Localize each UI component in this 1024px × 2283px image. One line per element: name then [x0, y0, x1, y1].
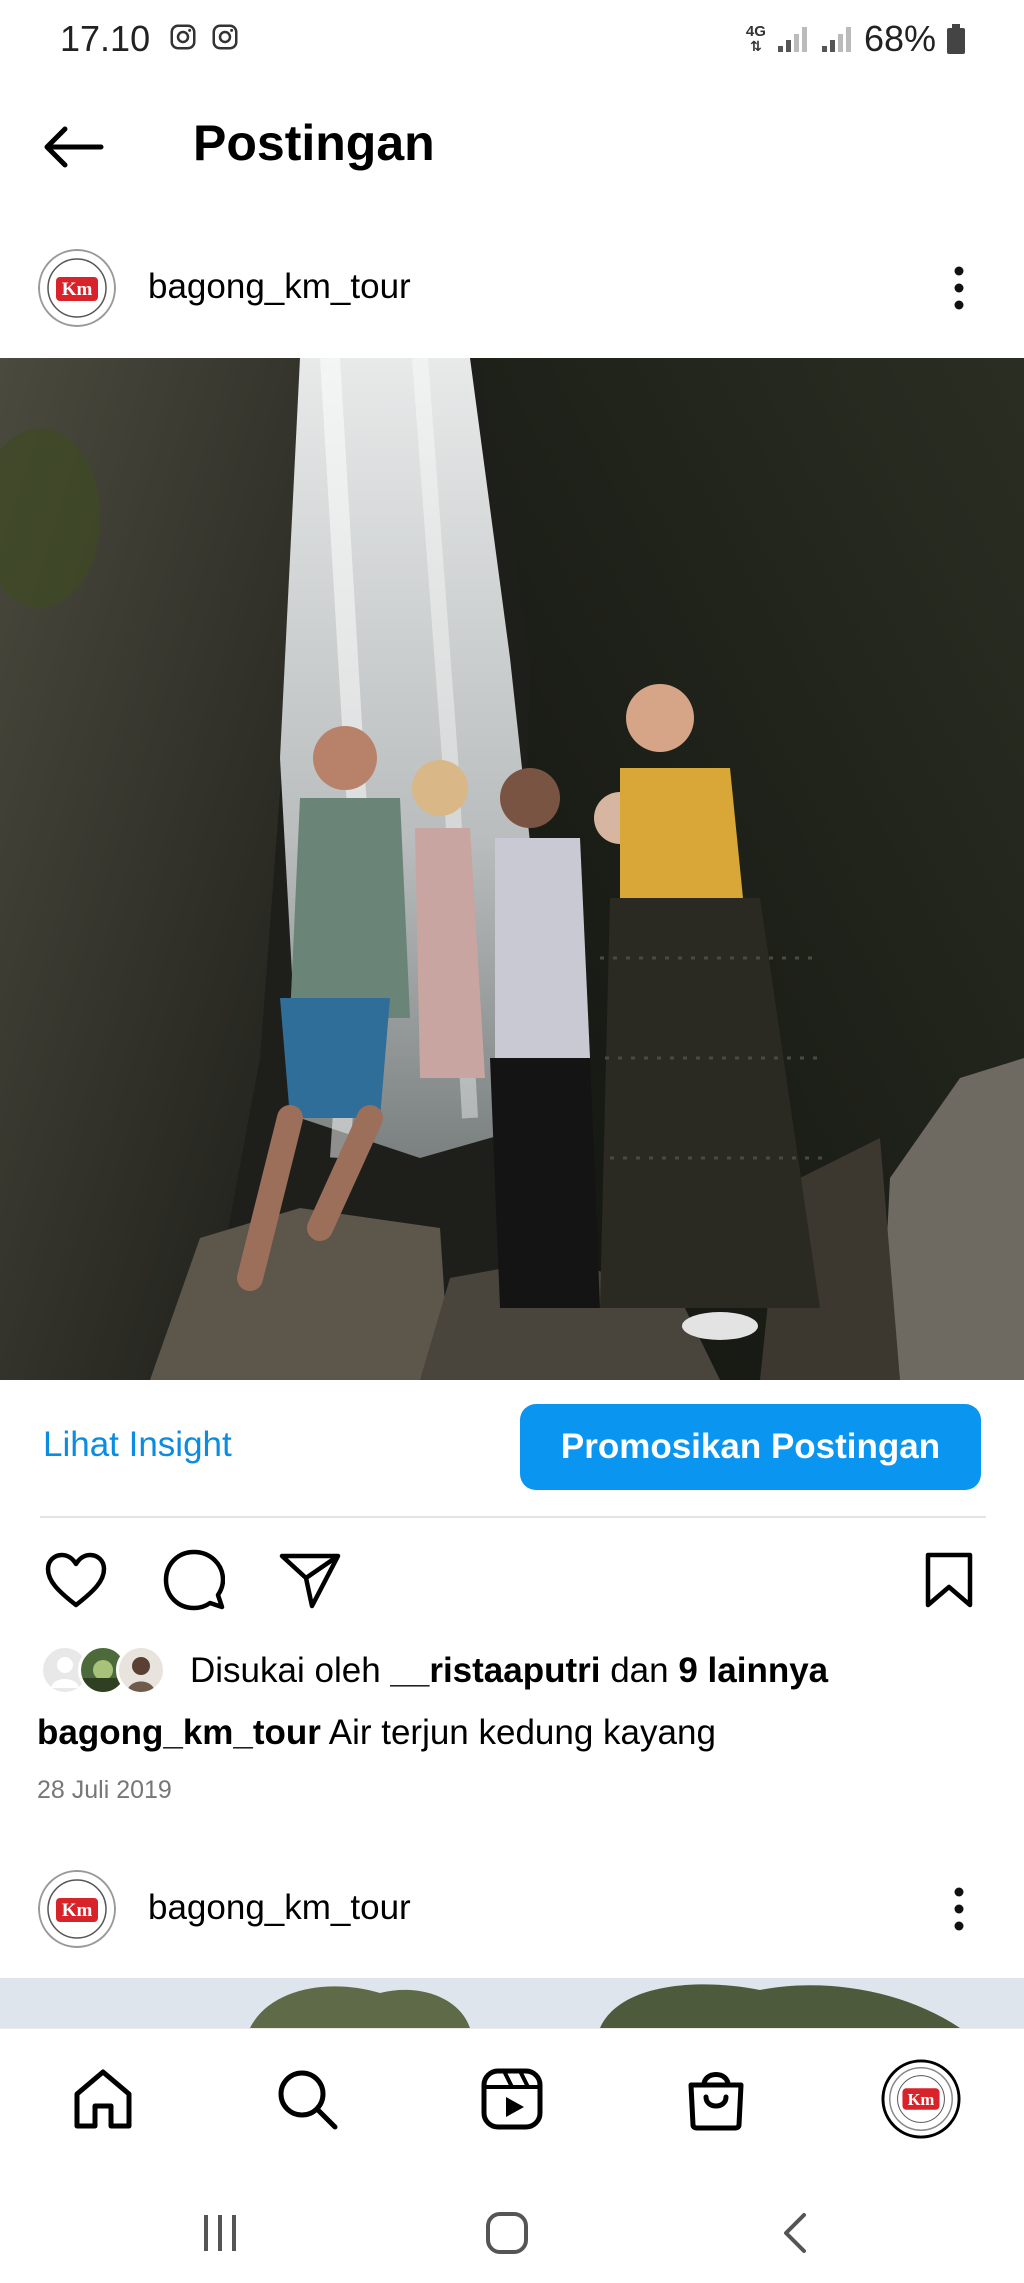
liker-avatars — [40, 1645, 170, 1697]
network-indicator: 4G ⇅ — [745, 23, 766, 54]
save-button[interactable] — [913, 1545, 985, 1615]
page-title: Postingan — [193, 115, 435, 171]
svg-text:Km: Km — [62, 1900, 93, 1921]
nav-reels[interactable] — [472, 2059, 552, 2139]
liker-avatar — [116, 1645, 166, 1695]
more-options-button[interactable] — [924, 1874, 994, 1944]
heart-icon — [45, 1552, 107, 1608]
post-photo[interactable] — [0, 358, 1024, 1380]
brand-logo: Km — [38, 1870, 116, 1948]
post-username[interactable]: bagong_km_tour — [148, 1888, 411, 1928]
back-button[interactable] — [38, 112, 108, 182]
signal-icon — [821, 27, 851, 52]
app-header: Postingan — [0, 90, 1024, 200]
more-vertical-icon — [954, 1887, 964, 1931]
home-icon — [74, 2069, 132, 2129]
more-options-button[interactable] — [924, 253, 994, 323]
back-arrow-icon — [44, 126, 104, 168]
nav-shop[interactable] — [676, 2059, 756, 2139]
caption-username[interactable]: bagong_km_tour — [37, 1713, 321, 1752]
send-icon — [279, 1553, 341, 1609]
instagram-notification-icon — [170, 24, 196, 50]
avatar[interactable]: Km — [38, 1870, 116, 1948]
caption: bagong_km_tour Air terjun kedung kayang — [37, 1713, 716, 1753]
next-post-photo[interactable] — [0, 1978, 1024, 2028]
signal-icon — [777, 27, 807, 52]
avatar[interactable]: Km — [38, 249, 116, 327]
recent-apps-icon — [204, 2215, 236, 2251]
nav-search[interactable] — [267, 2059, 347, 2139]
profile-avatar: Km — [881, 2059, 961, 2139]
share-button[interactable] — [274, 1545, 346, 1615]
nav-profile[interactable]: Km — [881, 2059, 961, 2139]
waterfall-photo — [0, 358, 1024, 1380]
like-button[interactable] — [40, 1545, 112, 1615]
system-nav — [0, 2183, 1024, 2283]
bookmark-icon — [925, 1552, 973, 1608]
likes-row[interactable]: Disukai oleh __ristaaputri dan 9 lainnya — [40, 1645, 828, 1697]
shop-icon — [688, 2072, 744, 2131]
bottom-nav: Km — [0, 2028, 1024, 2183]
back-arrow-icon — [784, 2213, 806, 2253]
likes-prefix: Disukai oleh — [190, 1651, 381, 1690]
more-vertical-icon — [954, 266, 964, 310]
recent-apps-button[interactable] — [185, 2203, 255, 2263]
battery-percent: 68% — [863, 18, 936, 59]
brand-logo: Km — [38, 249, 116, 327]
post-date: 28 Juli 2019 — [37, 1776, 172, 1804]
status-bar: 17.10 4G ⇅ 68% — [0, 0, 1024, 80]
status-time: 17.10 — [60, 18, 151, 59]
promote-post-button[interactable]: Promosikan Postingan — [520, 1404, 981, 1490]
notification-icons — [168, 22, 240, 52]
system-back-button[interactable] — [760, 2203, 830, 2263]
svg-text:Km: Km — [62, 279, 93, 300]
divider — [40, 1516, 986, 1518]
view-insights-link[interactable]: Lihat Insight — [43, 1425, 232, 1465]
likes-summary: Disukai oleh __ristaaputri dan 9 lainnya — [190, 1651, 828, 1691]
system-home-button[interactable] — [472, 2203, 542, 2263]
search-icon — [278, 2070, 338, 2130]
likes-others[interactable]: 9 lainnya — [678, 1651, 828, 1690]
battery-icon — [947, 24, 965, 54]
comment-button[interactable] — [158, 1545, 230, 1615]
liked-by-user[interactable]: __ristaaputri — [390, 1651, 600, 1690]
instagram-notification-icon — [212, 24, 238, 50]
svg-text:Km: Km — [908, 2090, 935, 2109]
comment-icon — [163, 1549, 225, 1611]
caption-text: Air terjun kedung kayang — [328, 1713, 716, 1752]
likes-conjunction: dan — [610, 1651, 669, 1690]
post-username[interactable]: bagong_km_tour — [148, 267, 411, 307]
next-photo-preview — [0, 1978, 1024, 2028]
post-header: Km bagong_km_tour — [0, 233, 1024, 343]
next-post-header: Km bagong_km_tour — [0, 1854, 1024, 1964]
status-right: 4G ⇅ 68% — [746, 18, 966, 60]
home-button-icon — [486, 2212, 528, 2254]
reels-icon — [481, 2068, 543, 2130]
nav-home[interactable] — [63, 2059, 143, 2139]
network-type: 4G — [745, 23, 766, 40]
